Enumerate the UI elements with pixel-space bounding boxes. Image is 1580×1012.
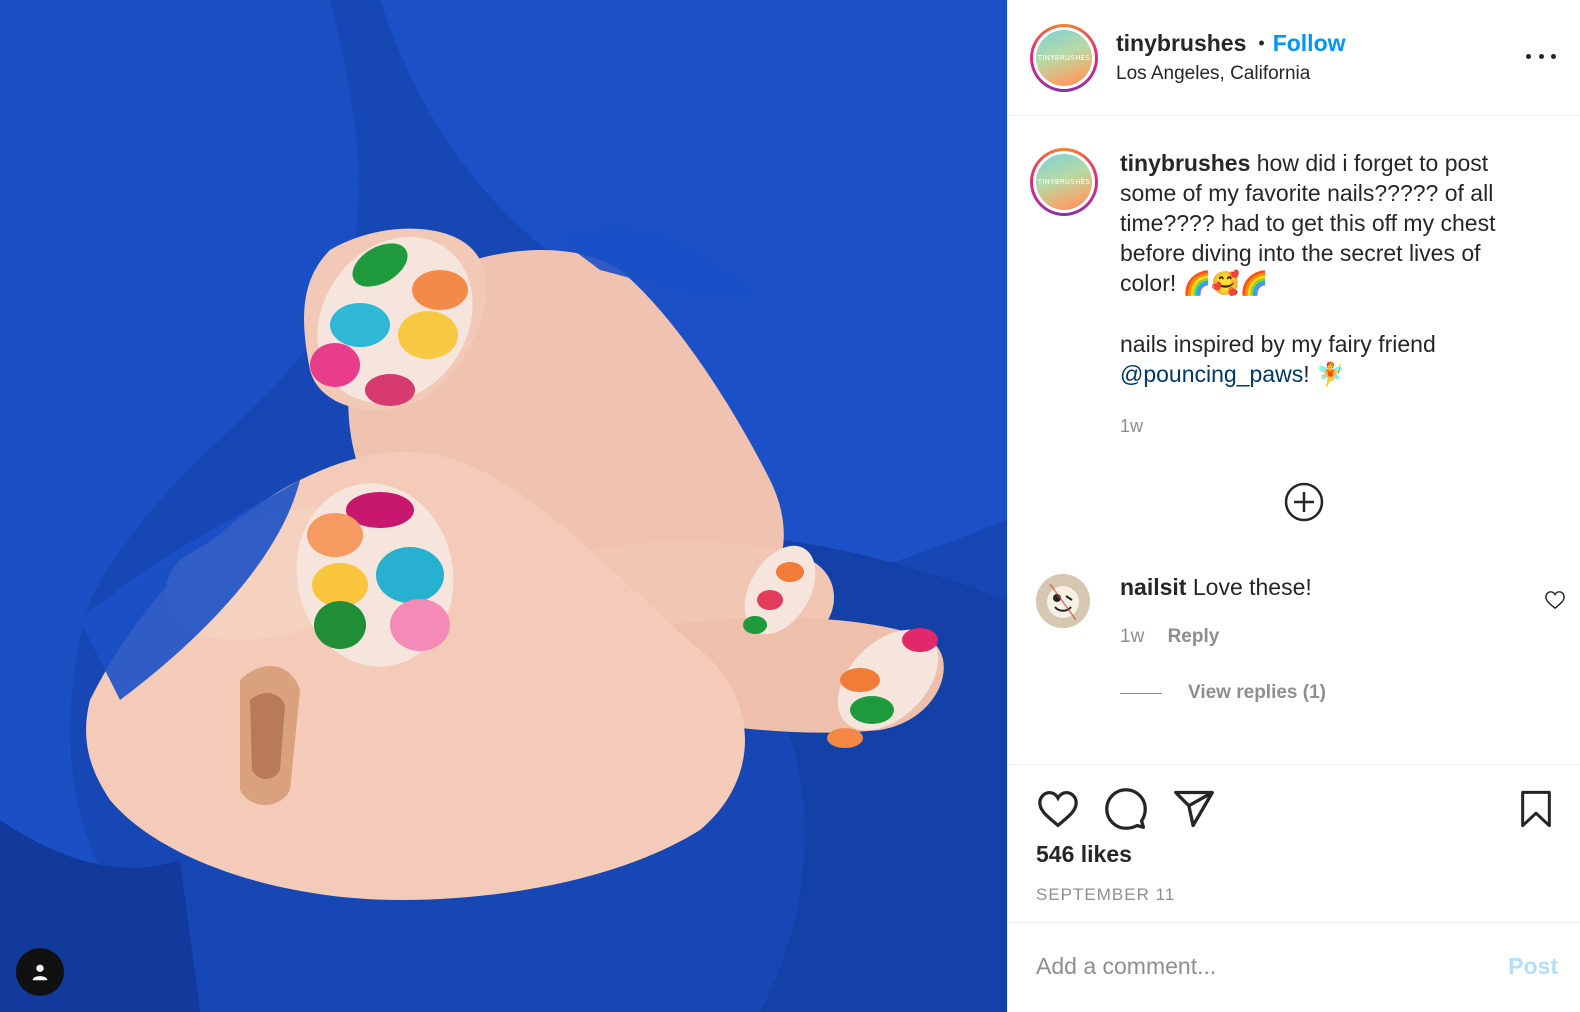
likes-count[interactable]: 546 likes	[1036, 841, 1132, 868]
post-date[interactable]: SEPTEMBER 11	[1036, 885, 1175, 905]
user-tag-icon	[32, 964, 48, 981]
caption-avatar[interactable]: TINYBRUSHES	[1030, 148, 1098, 216]
post-actions-section: 546 likes SEPTEMBER 11	[1008, 764, 1580, 922]
caption-text-2: nails inspired by my fairy friend	[1120, 331, 1436, 357]
caption-text: tinybrushes how did i forget to post som…	[1120, 148, 1540, 390]
commenter-username[interactable]: nailsit	[1120, 574, 1186, 600]
comment-like-button[interactable]	[1544, 590, 1566, 615]
add-comment-bar: Post	[1008, 922, 1580, 1012]
like-button[interactable]	[1034, 785, 1082, 833]
comment-time: 1w	[1120, 626, 1145, 647]
post-comment-button[interactable]: Post	[1508, 953, 1558, 980]
caption-text-3: !	[1303, 361, 1310, 387]
comment-text: nailsit Love these!	[1120, 574, 1312, 601]
caption-emojis: 🌈🥰🌈	[1182, 271, 1269, 297]
caption-mention[interactable]: @pouncing_paws	[1120, 361, 1303, 387]
author-avatar[interactable]: TINYBRUSHES	[1030, 23, 1098, 92]
caption-time: 1w	[1120, 416, 1144, 436]
save-button[interactable]	[1512, 785, 1560, 833]
user-tag-button[interactable]	[16, 948, 64, 996]
heart-icon	[1038, 790, 1078, 828]
post-side-panel: TINYBRUSHES tinybrushes • Follow Los Ang…	[1007, 0, 1580, 1012]
avatar-logo-text: TINYBRUSHES	[1036, 29, 1092, 86]
comment-input[interactable]	[1036, 953, 1456, 980]
reply-button[interactable]: Reply	[1168, 626, 1220, 647]
commenter-avatar[interactable]	[1036, 574, 1090, 628]
load-more-comments-button[interactable]	[1284, 482, 1324, 522]
caption-username[interactable]: tinybrushes	[1120, 150, 1250, 176]
replies-divider	[1120, 692, 1162, 694]
heart-icon	[1545, 591, 1565, 610]
bookmark-icon	[1521, 790, 1551, 828]
header-separator: •	[1258, 33, 1265, 53]
comment-button[interactable]	[1102, 785, 1150, 833]
plus-circle-icon	[1284, 482, 1324, 522]
post-photo[interactable]	[0, 0, 1007, 1012]
post-header: TINYBRUSHES tinybrushes • Follow Los Ang…	[1008, 0, 1580, 116]
action-bar	[1034, 785, 1238, 833]
caption-fairy-emoji: 🧚	[1315, 362, 1345, 388]
comment-meta: 1w Reply	[1120, 626, 1219, 648]
avatar-logo-text: TINYBRUSHES	[1036, 154, 1092, 210]
follow-button[interactable]: Follow	[1273, 30, 1346, 57]
post-caption: TINYBRUSHES tinybrushes how did i forget…	[1030, 148, 1540, 390]
commenter-avatar-image	[1036, 574, 1090, 628]
nail-art-photo	[0, 0, 1007, 1012]
author-username[interactable]: tinybrushes	[1116, 30, 1246, 57]
share-button[interactable]	[1170, 785, 1218, 833]
comment-icon	[1105, 788, 1147, 830]
post-location[interactable]: Los Angeles, California	[1116, 63, 1346, 85]
comments-section: TINYBRUSHES tinybrushes how did i forget…	[1008, 116, 1580, 764]
comment-body: Love these!	[1192, 574, 1312, 600]
view-replies-label: View replies (1)	[1188, 682, 1326, 703]
view-replies-button[interactable]: View replies (1)	[1120, 682, 1326, 704]
share-icon	[1174, 790, 1214, 828]
more-options-icon[interactable]	[1526, 44, 1556, 68]
post-dialog: TINYBRUSHES tinybrushes • Follow Los Ang…	[0, 0, 1580, 1012]
